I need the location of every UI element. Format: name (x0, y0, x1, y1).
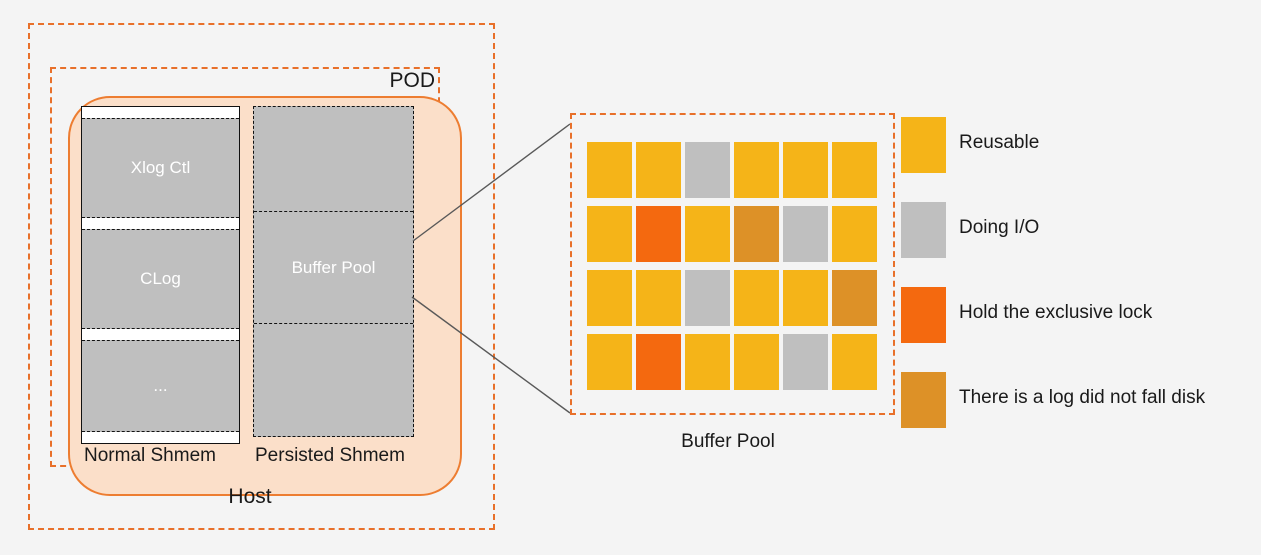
buffer-pool-cell (783, 206, 828, 262)
normal-shmem-segment-clog: CLog (82, 229, 239, 329)
buffer-pool-grid (587, 142, 880, 393)
legend-swatch (901, 372, 946, 428)
buffer-pool-cell (685, 270, 730, 326)
normal-shmem-caption: Normal Shmem (84, 445, 216, 466)
legend-swatch (901, 202, 946, 258)
buffer-pool-cell (636, 334, 681, 390)
persisted-shmem-caption: Persisted Shmem (255, 445, 405, 466)
buffer-pool-cell (587, 206, 632, 262)
buffer-pool-cell (685, 142, 730, 198)
persisted-shmem-segment-buffer-pool: Buffer Pool (254, 212, 413, 324)
buffer-pool-cell (587, 270, 632, 326)
buffer-pool-cell (734, 334, 779, 390)
buffer-pool-cell (832, 206, 877, 262)
legend-row: Reusable (901, 117, 1251, 202)
buffer-pool-cell (587, 334, 632, 390)
buffer-pool-cell (783, 142, 828, 198)
legend-label: Hold the exclusive lock (959, 302, 1153, 323)
legend-label: There is a log did not fall disk (959, 387, 1206, 408)
normal-shmem-segment-ellipsis: ... (82, 340, 239, 432)
segment-label: Buffer Pool (291, 257, 376, 277)
buffer-pool-cell (832, 270, 877, 326)
normal-shmem-segment-xlog-ctl: Xlog Ctl (82, 118, 239, 218)
legend-swatch (901, 287, 946, 343)
legend-label: Doing I/O (959, 217, 1040, 238)
legend-row: Hold the exclusive lock (901, 287, 1251, 372)
buffer-pool-detail-caption: Buffer Pool (681, 431, 775, 452)
buffer-pool-cell (734, 270, 779, 326)
buffer-pool-cell (783, 334, 828, 390)
legend-row: Doing I/O (901, 202, 1251, 287)
legend-label: Reusable (959, 132, 1040, 153)
buffer-pool-cell (685, 206, 730, 262)
legend-row: There is a log did not fall disk (901, 372, 1251, 457)
segment-label: ... (153, 376, 168, 395)
persisted-shmem-segment-top (254, 107, 413, 212)
buffer-pool-cell (832, 334, 877, 390)
persisted-shmem-block: Buffer Pool (253, 106, 414, 437)
legend-swatch (901, 117, 946, 173)
buffer-pool-cell (636, 270, 681, 326)
buffer-pool-cell (587, 142, 632, 198)
pod-label: POD (389, 69, 435, 92)
buffer-pool-cell (832, 142, 877, 198)
buffer-pool-cell (734, 206, 779, 262)
diagram-canvas: POD Xlog Ctl CLog ... Normal Shmem Buffe… (0, 0, 1261, 555)
normal-shmem-block: Xlog Ctl CLog ... (81, 106, 240, 444)
persisted-shmem-segment-bottom (254, 324, 413, 435)
legend: Reusable Doing I/O Hold the exclusive lock… (901, 117, 1251, 457)
buffer-pool-cell (783, 270, 828, 326)
buffer-pool-cell (636, 206, 681, 262)
buffer-pool-cell (636, 142, 681, 198)
host-label: Host (228, 485, 272, 508)
buffer-pool-cell (685, 334, 730, 390)
buffer-pool-cell (734, 142, 779, 198)
segment-label: Xlog Ctl (130, 158, 191, 177)
segment-label: CLog (140, 269, 181, 288)
